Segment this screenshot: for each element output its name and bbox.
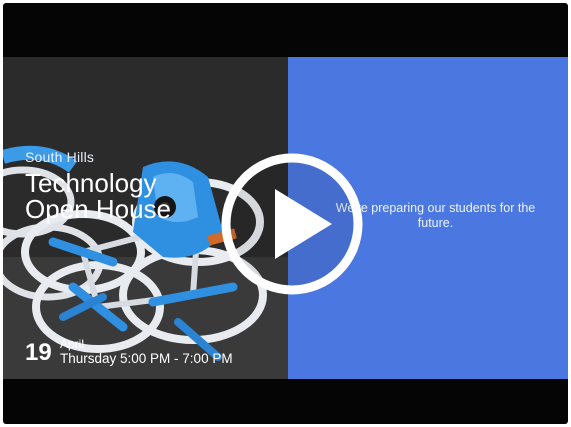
- event-month: April: [60, 337, 85, 351]
- video-player[interactable]: South Hills Technology Open House 19 Apr…: [3, 3, 568, 424]
- event-time: Thursday 5:00 PM - 7:00 PM: [60, 351, 233, 366]
- play-button[interactable]: [217, 149, 367, 299]
- event-title-line1: Technology: [25, 168, 157, 198]
- event-title-line2: Open House: [25, 194, 171, 224]
- play-icon: [221, 153, 363, 295]
- organization-label: South Hills: [25, 149, 95, 165]
- event-day: 19: [25, 339, 52, 366]
